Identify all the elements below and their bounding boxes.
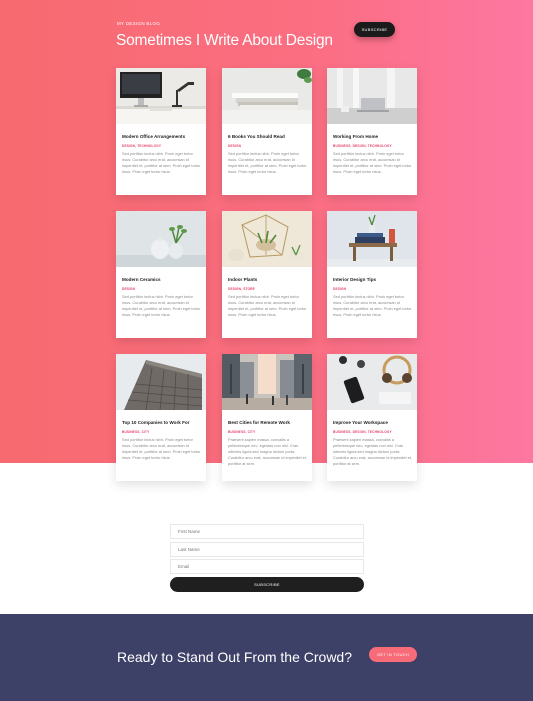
post-grid: Modern Office Arrangements DESIGN, TECHN… [116, 68, 417, 481]
post-excerpt: Sed porttitor lectus nibh. Proin eget to… [228, 294, 307, 317]
post-tags[interactable]: DESIGN, TECHNOLOGY [122, 144, 204, 148]
post-tags[interactable]: DESIGN [228, 144, 310, 148]
post-excerpt: Sed porttitor lectus nibh. Proin eget to… [122, 151, 201, 174]
post-image-office-desk[interactable] [116, 68, 206, 124]
get-in-touch-button[interactable]: GET IN TOUCH [369, 647, 417, 662]
post-excerpt: Praesent sapien massa, convallis a pelle… [228, 437, 307, 466]
post-image-laptop[interactable] [327, 68, 417, 124]
last-name-field[interactable]: Last Name [170, 542, 364, 557]
post-card[interactable]: Best Cities for Remote Work BUSINESS, CI… [222, 354, 312, 481]
email-field[interactable]: Email [170, 559, 364, 574]
post-card[interactable]: Working From Home BUSINESS, DESIGN, TECH… [327, 68, 417, 195]
post-excerpt: Sed porttitor lectus nibh. Proin eget to… [333, 151, 412, 174]
post-title[interactable]: Top 10 Companies to Work For [122, 420, 204, 425]
post-title[interactable]: Best Cities for Remote Work [228, 420, 310, 425]
post-title[interactable]: 6 Books You Should Read [228, 134, 310, 139]
blog-eyebrow: MY DESIGN BLOG [117, 21, 161, 26]
post-title[interactable]: Improve Your Workspace [333, 420, 415, 425]
post-card[interactable]: 6 Books You Should Read DESIGN Sed portt… [222, 68, 312, 195]
footer-title: Ready to Stand Out From the Crowd? [117, 649, 352, 665]
post-image-city[interactable] [222, 354, 312, 410]
post-title[interactable]: Modern Office Arrangements [122, 134, 204, 139]
post-tags[interactable]: DESIGN [333, 287, 415, 291]
post-image-ceramics[interactable] [116, 211, 206, 267]
post-title[interactable]: Indoor Plants [228, 277, 310, 282]
page-title: Sometimes I Write About Design [116, 32, 333, 49]
post-card[interactable]: Interior Design Tips DESIGN Sed porttito… [327, 211, 417, 338]
post-tags[interactable]: BUSINESS, CITY [122, 430, 204, 434]
post-tags[interactable]: BUSINESS, CITY [228, 430, 310, 434]
footer-cta-section: Ready to Stand Out From the Crowd? GET I… [0, 614, 533, 701]
post-title[interactable]: Interior Design Tips [333, 277, 415, 282]
post-tags[interactable]: BUSINESS, DESIGN, TECHNOLOGY [333, 144, 415, 148]
post-image-indoor-plants[interactable] [222, 211, 312, 267]
post-image-workspace[interactable] [327, 354, 417, 410]
post-excerpt: Sed porttitor lectus nibh. Proin eget to… [333, 294, 412, 317]
post-excerpt: Sed porttitor lectus nibh. Proin eget to… [228, 151, 307, 174]
post-excerpt: Sed porttitor lectus nibh. Proin eget to… [122, 294, 201, 317]
subscribe-button[interactable]: SUBSCRIBE [354, 22, 395, 37]
post-excerpt: Praesent sapien massa, convallis a pelle… [333, 437, 412, 466]
post-card[interactable]: Indoor Plants DESIGN, STORE Sed porttito… [222, 211, 312, 338]
post-title[interactable]: Modern Ceramics [122, 277, 204, 282]
form-subscribe-button[interactable]: SUBSCRIBE [170, 577, 364, 592]
post-excerpt: Sed porttitor lectus nibh. Proin eget to… [122, 437, 201, 460]
post-image-building[interactable] [116, 354, 206, 410]
post-title[interactable]: Working From Home [333, 134, 415, 139]
post-image-books[interactable] [222, 68, 312, 124]
post-tags[interactable]: DESIGN [122, 287, 204, 291]
post-card[interactable]: Improve Your Workspace BUSINESS, DESIGN,… [327, 354, 417, 481]
post-tags[interactable]: BUSINESS, DESIGN, TECHNOLOGY [333, 430, 415, 434]
post-card[interactable]: Modern Office Arrangements DESIGN, TECHN… [116, 68, 206, 195]
post-image-interior[interactable] [327, 211, 417, 267]
first-name-field[interactable]: First Name [170, 524, 364, 539]
post-card[interactable]: Top 10 Companies to Work For BUSINESS, C… [116, 354, 206, 481]
post-tags[interactable]: DESIGN, STORE [228, 287, 310, 291]
post-card[interactable]: Modern Ceramics DESIGN Sed porttitor lec… [116, 211, 206, 338]
